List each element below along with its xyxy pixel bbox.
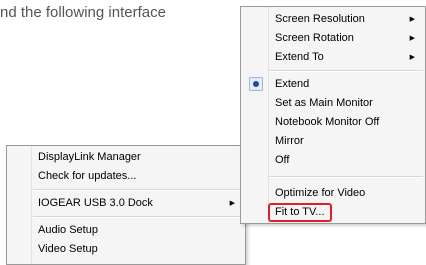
menu-item-label: Video Setup	[38, 243, 98, 255]
menu-item-label: Off	[275, 154, 290, 166]
fit-to-tv-highlight: Fit to TV...	[268, 203, 332, 222]
menu-separator	[33, 216, 243, 218]
menu-item-label: DisplayLink Manager	[38, 151, 141, 163]
menu-item-label: IOGEAR USB 3.0 Dock	[38, 197, 153, 209]
menu-item-notebook-monitor-off[interactable]: Notebook Monitor Off	[241, 113, 425, 132]
menu-item-label: Mirror	[275, 135, 304, 147]
menu-item-displaylink-manager[interactable]: DisplayLink Manager	[7, 148, 245, 167]
menu-item-screen-rotation[interactable]: Screen Rotation ▶	[241, 29, 425, 48]
menu-item-screen-resolution[interactable]: Screen Resolution ▶	[241, 10, 425, 29]
menu-item-label: Notebook Monitor Off	[275, 116, 380, 128]
menu-separator	[33, 189, 243, 191]
menu-item-label: Check for updates...	[38, 170, 137, 182]
menu-item-fit-to-tv[interactable]: Fit to TV...	[241, 203, 425, 222]
menu-item-check-for-updates[interactable]: Check for updates...	[7, 167, 245, 186]
menu-item-optimize-for-video[interactable]: Optimize for Video	[241, 184, 425, 203]
menu-item-iogear-usb-dock[interactable]: IOGEAR USB 3.0 Dock ▶	[7, 194, 245, 213]
submenu-arrow-icon: ▶	[409, 16, 415, 23]
menu-item-label: Set as Main Monitor	[275, 97, 373, 109]
menu-item-label: Extend	[275, 78, 310, 90]
radio-dot	[253, 81, 259, 87]
menu-item-label: Screen Resolution	[275, 13, 365, 25]
displaylink-context-menu: DisplayLink Manager Check for updates...…	[6, 145, 246, 265]
monitor-submenu: Screen Resolution ▶ Screen Rotation ▶ Exte…	[240, 6, 426, 224]
submenu-arrow-icon: ▶	[229, 200, 235, 207]
menu-item-extend-to[interactable]: Extend To ▶	[241, 48, 425, 67]
document-text: nd the following interface	[0, 4, 166, 21]
menu-item-audio-setup[interactable]: Audio Setup	[7, 221, 245, 240]
submenu-arrow-icon: ▶	[409, 35, 415, 42]
menu-item-label: Extend To	[275, 51, 324, 63]
menu-item-off[interactable]: Off	[241, 151, 425, 170]
menu-item-label: Optimize for Video	[275, 187, 366, 199]
menu-item-label: Screen Rotation	[275, 32, 354, 44]
radio-selected-icon	[249, 77, 263, 91]
submenu-arrow-icon: ▶	[409, 54, 415, 61]
menu-item-extend[interactable]: Extend	[241, 75, 425, 94]
menu-item-video-setup[interactable]: Video Setup	[7, 240, 245, 259]
menu-separator	[269, 176, 423, 178]
menu-item-label: Audio Setup	[38, 224, 98, 236]
menu-item-set-as-main-monitor[interactable]: Set as Main Monitor	[241, 94, 425, 113]
menu-separator	[269, 70, 423, 72]
menu-item-mirror[interactable]: Mirror	[241, 132, 425, 151]
